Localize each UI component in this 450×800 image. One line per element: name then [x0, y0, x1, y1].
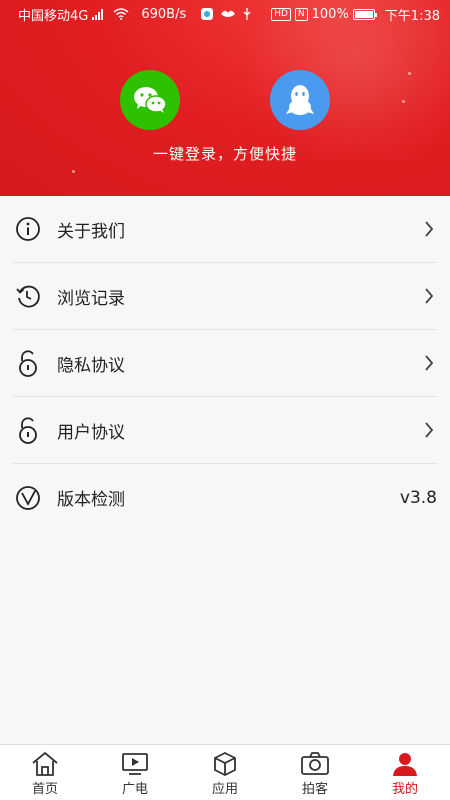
- version-icon: [13, 483, 43, 513]
- menu-item-label: 用户协议: [57, 422, 125, 443]
- menu-item-label: 关于我们: [57, 221, 125, 242]
- tab-label: 应用: [211, 782, 238, 797]
- tab-label: 我的: [391, 782, 418, 797]
- menu-item-label: 浏览记录: [57, 288, 125, 309]
- decor-dot: [72, 170, 75, 173]
- home-icon: [30, 751, 60, 777]
- bottom-tab-bar: 首页 广电 应用 拍客 我的: [0, 744, 450, 800]
- menu-item-privacy[interactable]: 隐私协议: [13, 330, 437, 397]
- info-icon: [13, 214, 43, 244]
- profile-header: 中国移动4G 690B/s HD N 100% 下午1:38 一键登录，方便快捷: [0, 0, 450, 196]
- tab-mine[interactable]: 我的: [360, 745, 450, 800]
- menu-item-about[interactable]: 关于我们: [13, 196, 437, 263]
- network-speed: 690B/s: [141, 6, 187, 22]
- profile-icon: [390, 751, 420, 777]
- wechat-login-button[interactable]: [120, 70, 180, 130]
- chevron-right-icon: [421, 288, 437, 304]
- chevron-right-icon: [421, 355, 437, 371]
- tab-home[interactable]: 首页: [0, 745, 90, 800]
- box-icon: [210, 751, 240, 777]
- tab-label: 拍客: [301, 782, 328, 797]
- tab-label: 广电: [121, 782, 148, 797]
- menu-item-history[interactable]: 浏览记录: [13, 263, 437, 330]
- clock: 下午1:38: [384, 8, 440, 24]
- menu-item-version-check[interactable]: 版本检测 v3.8: [13, 464, 437, 531]
- battery-percent: 100%: [311, 6, 349, 22]
- nfc-icon: N: [294, 7, 308, 21]
- battery-icon: [352, 8, 377, 20]
- tab-apps[interactable]: 应用: [180, 745, 270, 800]
- decor-dot: [408, 72, 411, 75]
- settings-menu: 关于我们 浏览记录 隐私协议 用户协议 版本检测 v3.8: [0, 196, 450, 531]
- tab-shoot[interactable]: 拍客: [270, 745, 360, 800]
- usb-icon: [243, 8, 251, 20]
- tab-label: 首页: [31, 782, 58, 797]
- status-bar: 中国移动4G 690B/s HD N 100% 下午1:38: [0, 0, 450, 28]
- lock-icon: [13, 348, 43, 378]
- tab-broadcast[interactable]: 广电: [90, 745, 180, 800]
- qq-login-button[interactable]: [270, 70, 330, 130]
- chevron-right-icon: [421, 221, 437, 237]
- version-number: v3.8: [399, 487, 437, 508]
- camera-icon: [300, 751, 330, 777]
- hd-icon: HD: [271, 7, 291, 21]
- history-icon: [13, 281, 43, 311]
- signal-icon: [92, 8, 104, 20]
- menu-item-label: 隐私协议: [57, 355, 125, 376]
- app-notification-icon: [201, 8, 214, 20]
- login-tagline: 一键登录，方便快捷: [152, 145, 297, 163]
- menu-item-label: 版本检测: [57, 490, 125, 510]
- wechat-icon: [134, 87, 167, 113]
- wifi-icon: [113, 8, 129, 20]
- qq-icon: [286, 85, 314, 115]
- bird-notification-icon: [221, 10, 236, 17]
- carrier-text: 中国移动4G: [18, 8, 89, 24]
- tv-icon: [120, 751, 150, 777]
- chevron-right-icon: [421, 422, 437, 438]
- menu-item-user-agreement[interactable]: 用户协议: [13, 397, 437, 464]
- lock-icon: [13, 415, 43, 445]
- decor-dot: [402, 100, 405, 103]
